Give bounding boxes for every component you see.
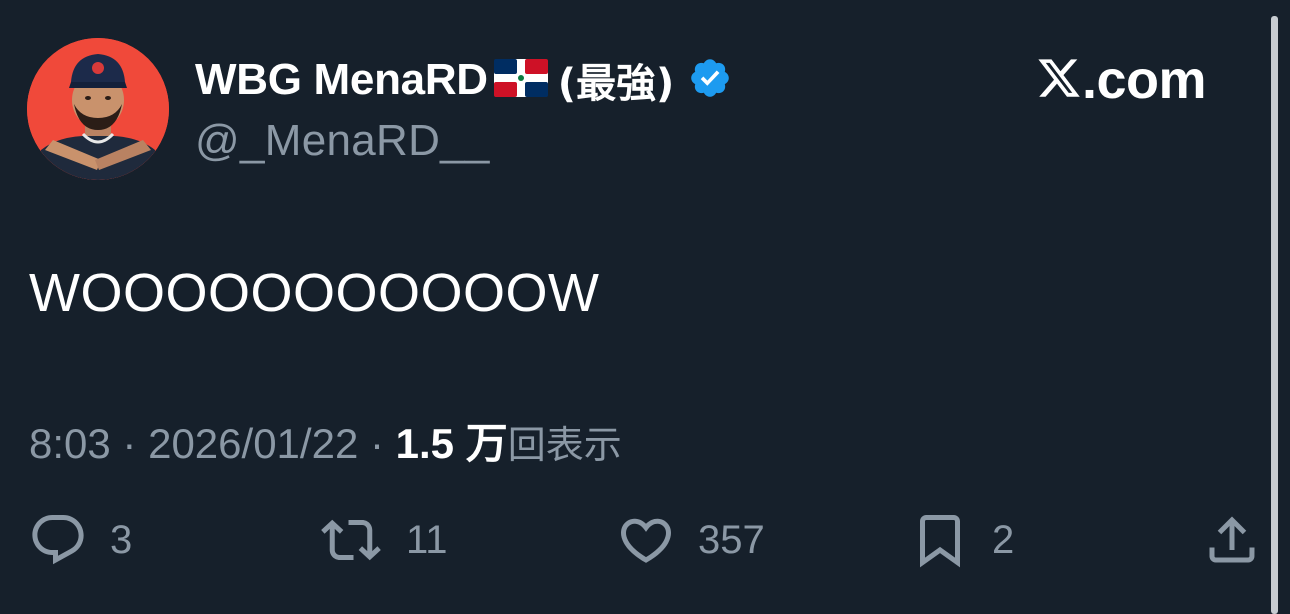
dominican-republic-flag-icon	[493, 58, 548, 102]
scrollbar[interactable]	[1271, 16, 1278, 614]
avatar[interactable]	[27, 38, 169, 180]
avatar-image	[27, 38, 169, 180]
like-count: 357	[698, 517, 765, 562]
brand-domain-text: .com	[1082, 50, 1207, 110]
verified-badge-icon[interactable]	[688, 56, 732, 105]
x-logo-icon	[1036, 55, 1082, 106]
bookmark-count: 2	[992, 517, 1015, 562]
author-display-name[interactable]: WBG MenaRD	[195, 55, 488, 105]
tweet-time[interactable]: 8:03	[29, 420, 111, 467]
repost-button[interactable]: 11	[318, 508, 448, 572]
tweet-date[interactable]: 2026/01/22	[148, 420, 358, 467]
share-button[interactable]	[1202, 508, 1262, 572]
repost-count: 11	[406, 517, 448, 562]
tweet-text: WOOOOOOOOOOOW	[29, 263, 600, 323]
heart-icon	[616, 510, 676, 570]
author-handle[interactable]: @_MenaRD__	[195, 116, 490, 166]
author-name-suffix: (最強)	[557, 61, 675, 107]
meta-separator: ·	[122, 420, 137, 467]
share-icon	[1202, 510, 1262, 570]
bookmark-button[interactable]: 2	[910, 508, 1014, 572]
repost-icon	[318, 510, 384, 570]
reply-button[interactable]: 3	[28, 508, 132, 572]
views-count: 1.5 万	[395, 420, 508, 467]
like-button[interactable]: 357	[616, 508, 765, 572]
author-name-row[interactable]: WBG MenaRD (最強)	[195, 52, 732, 108]
reply-icon	[28, 510, 88, 570]
reply-count: 3	[110, 517, 133, 562]
bookmark-icon	[910, 508, 970, 572]
tweet-action-bar: 3 11 357 2	[0, 508, 1270, 572]
meta-separator: ·	[369, 420, 384, 467]
tweet-meta: 8:03 · 2026/01/22 · 1.5 万回表示	[29, 410, 622, 471]
x-com-brand[interactable]: .com	[1036, 50, 1207, 110]
views-label: 回表示	[507, 423, 622, 467]
